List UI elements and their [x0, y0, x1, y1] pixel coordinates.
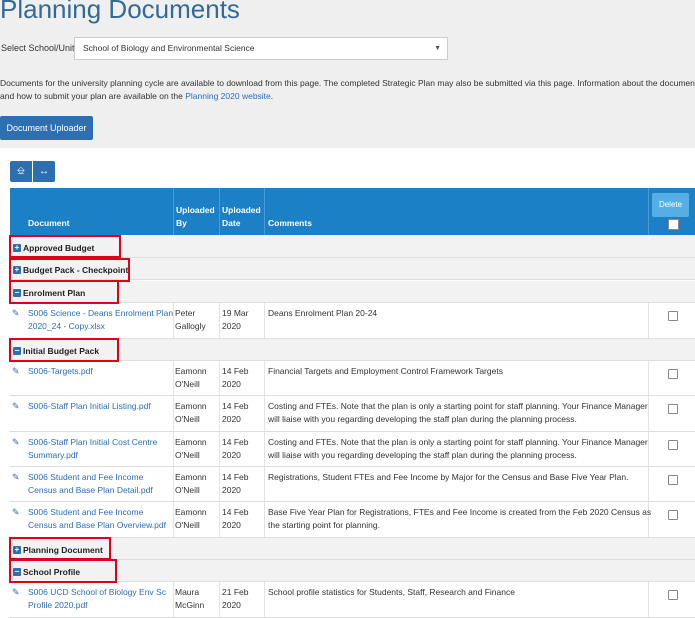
edit-icon[interactable]: ✎ — [12, 586, 20, 599]
row-checkbox[interactable] — [668, 475, 678, 485]
row-checkbox[interactable] — [668, 510, 678, 520]
edit-icon[interactable]: ✎ — [12, 365, 20, 378]
edit-icon[interactable]: ✎ — [12, 471, 20, 484]
description-prefix: and how to submit your plan are availabl… — [0, 91, 186, 101]
uploaded-date: 14 Feb 2020 — [222, 437, 249, 460]
edit-icon[interactable]: ✎ — [12, 506, 20, 519]
table-row[interactable]: ✎ S006-Staff Plan Initial Listing.pdf Ea… — [10, 396, 695, 432]
edit-icon[interactable]: ✎ — [12, 307, 20, 320]
school-select-label: Select School/Unit: — [1, 43, 78, 53]
comment: School profile statistics for Students, … — [268, 587, 515, 597]
row-checkbox[interactable] — [668, 440, 678, 450]
table-row[interactable]: ✎ S006 Science - Deans Enrolment Plan 202… — [10, 303, 695, 339]
uploaded-by: Maura McGinn — [175, 587, 205, 610]
table-row[interactable]: ✎ S006 UCD School of Biology Env Sc Profi… — [10, 582, 695, 618]
table-row[interactable]: ✎ S006-Staff Plan Initial Cost Centre Sum… — [10, 432, 695, 467]
school-select[interactable]: School of Biology and Environmental Scie… — [74, 37, 448, 60]
uploaded-by-line-2: By — [176, 218, 187, 228]
highlight-planning-document — [9, 537, 111, 560]
uploaded-date: 19 Mar 2020 — [222, 308, 249, 331]
document-link[interactable]: S006-Staff Plan Initial Cost Centre Summa… — [28, 436, 178, 461]
edit-icon[interactable]: ✎ — [12, 400, 20, 413]
pin-icon: ⎒ — [17, 166, 25, 177]
group-planning-document[interactable]: + Planning Document — [10, 538, 695, 560]
edit-icon[interactable]: ✎ — [12, 436, 20, 449]
description-line-1: Documents for the university planning cy… — [0, 78, 695, 88]
uploaded-by: Eamonn O'Neill — [175, 472, 207, 495]
doc-line-1: S006 Science - Deans Enrolment Plan — [28, 308, 174, 318]
uploaded-by: Eamonn O'Neill — [175, 401, 207, 424]
column-uploaded-by[interactable]: Uploaded By — [176, 204, 215, 230]
comment: Costing and FTEs. Note that the plan is … — [268, 437, 648, 460]
doc-line-2: 2020_24 - Copy.xlsx — [28, 320, 105, 331]
uploaded-date: 14 Feb 2020 — [222, 366, 249, 389]
highlight-enrolment-plan — [9, 280, 119, 304]
column-comments[interactable]: Comments — [268, 217, 312, 230]
document-link[interactable]: S006-Targets.pdf — [28, 365, 178, 378]
document-uploader-button[interactable]: Document Uploader — [0, 116, 93, 140]
description-line-2: and how to submit your plan are availabl… — [0, 90, 695, 103]
row-checkbox[interactable] — [668, 404, 678, 414]
pin-button[interactable]: ⎒ — [10, 161, 32, 182]
table-row[interactable]: ✎ S006 Student and Fee Income Census and … — [10, 502, 695, 538]
document-link[interactable]: S006 UCD School of Biology Env Sc Profile… — [28, 586, 178, 611]
comment: Deans Enrolment Plan 20-24 — [268, 308, 378, 318]
table-header: Document Uploaded By Uploaded Date Comment… — [10, 188, 695, 235]
comment: Registrations, Student FTEs and Fee Inco… — [268, 472, 629, 482]
uploaded-by: Eamonn O'Neill — [175, 366, 207, 389]
page-description: Documents for the university planning cy… — [0, 77, 695, 103]
document-link[interactable]: S006-Staff Plan Initial Listing.pdf — [28, 400, 178, 413]
document-link[interactable]: S006 Science - Deans Enrolment Plan 2020_… — [28, 307, 178, 332]
uploaded-by-line-1: Uploaded — [176, 205, 215, 215]
doc-line-1: S006-Targets.pdf — [28, 366, 93, 376]
uploaded-date-line-1: Uploaded — [222, 205, 261, 215]
uploaded-date: 14 Feb 2020 — [222, 401, 249, 424]
highlight-budget-pack — [9, 258, 130, 282]
highlight-initial-budget — [9, 338, 119, 362]
highlight-school-profile — [9, 559, 117, 583]
chevron-down-icon: ▼ — [434, 45, 441, 52]
row-checkbox[interactable] — [668, 311, 678, 321]
description-suffix: . — [270, 91, 274, 101]
uploaded-by: Eamonn O'Neill — [175, 507, 207, 530]
select-all-checkbox[interactable] — [668, 219, 679, 230]
school-select-value: School of Biology and Environmental Scie… — [83, 43, 255, 53]
uploaded-date: 14 Feb 2020 — [222, 507, 249, 530]
document-link[interactable]: S006 Student and Fee Income Census and Ba… — [28, 471, 178, 496]
highlight-approved-budget — [9, 235, 121, 258]
uploaded-by: Peter Gallogly — [175, 308, 206, 331]
row-checkbox[interactable] — [668, 369, 678, 379]
delete-button[interactable]: Delete — [652, 193, 689, 217]
column-uploaded-date[interactable]: Uploaded Date — [222, 204, 261, 230]
uploaded-by: Eamonn O'Neill — [175, 437, 207, 460]
uploaded-date: 14 Feb 2020 — [222, 472, 249, 495]
column-document[interactable]: Document — [28, 217, 70, 230]
table-row[interactable]: ✎ S006 Student and Fee Income Census and … — [10, 467, 695, 502]
uploaded-date: 21 Feb 2020 — [222, 587, 249, 610]
comment: Base Five Year Plan for Registrations, F… — [268, 507, 652, 530]
table-row[interactable]: ✎ S006-Targets.pdf Eamonn O'Neill 14 Feb 2… — [10, 361, 695, 396]
page-title: Planning Documents — [0, 0, 240, 24]
uploaded-date-line-2: Date — [222, 218, 241, 228]
expand-width-icon: ↔ — [39, 166, 49, 177]
planning-website-link[interactable]: Planning 2020 website — [185, 91, 271, 101]
document-link[interactable]: S006 Student and Fee Income Census and Ba… — [28, 506, 178, 531]
expand-width-button[interactable]: ↔ — [33, 161, 55, 182]
row-checkbox[interactable] — [668, 590, 678, 600]
comment: Financial Targets and Employment Control… — [268, 366, 503, 376]
comment: Costing and FTEs. Note that the plan is … — [268, 401, 648, 424]
